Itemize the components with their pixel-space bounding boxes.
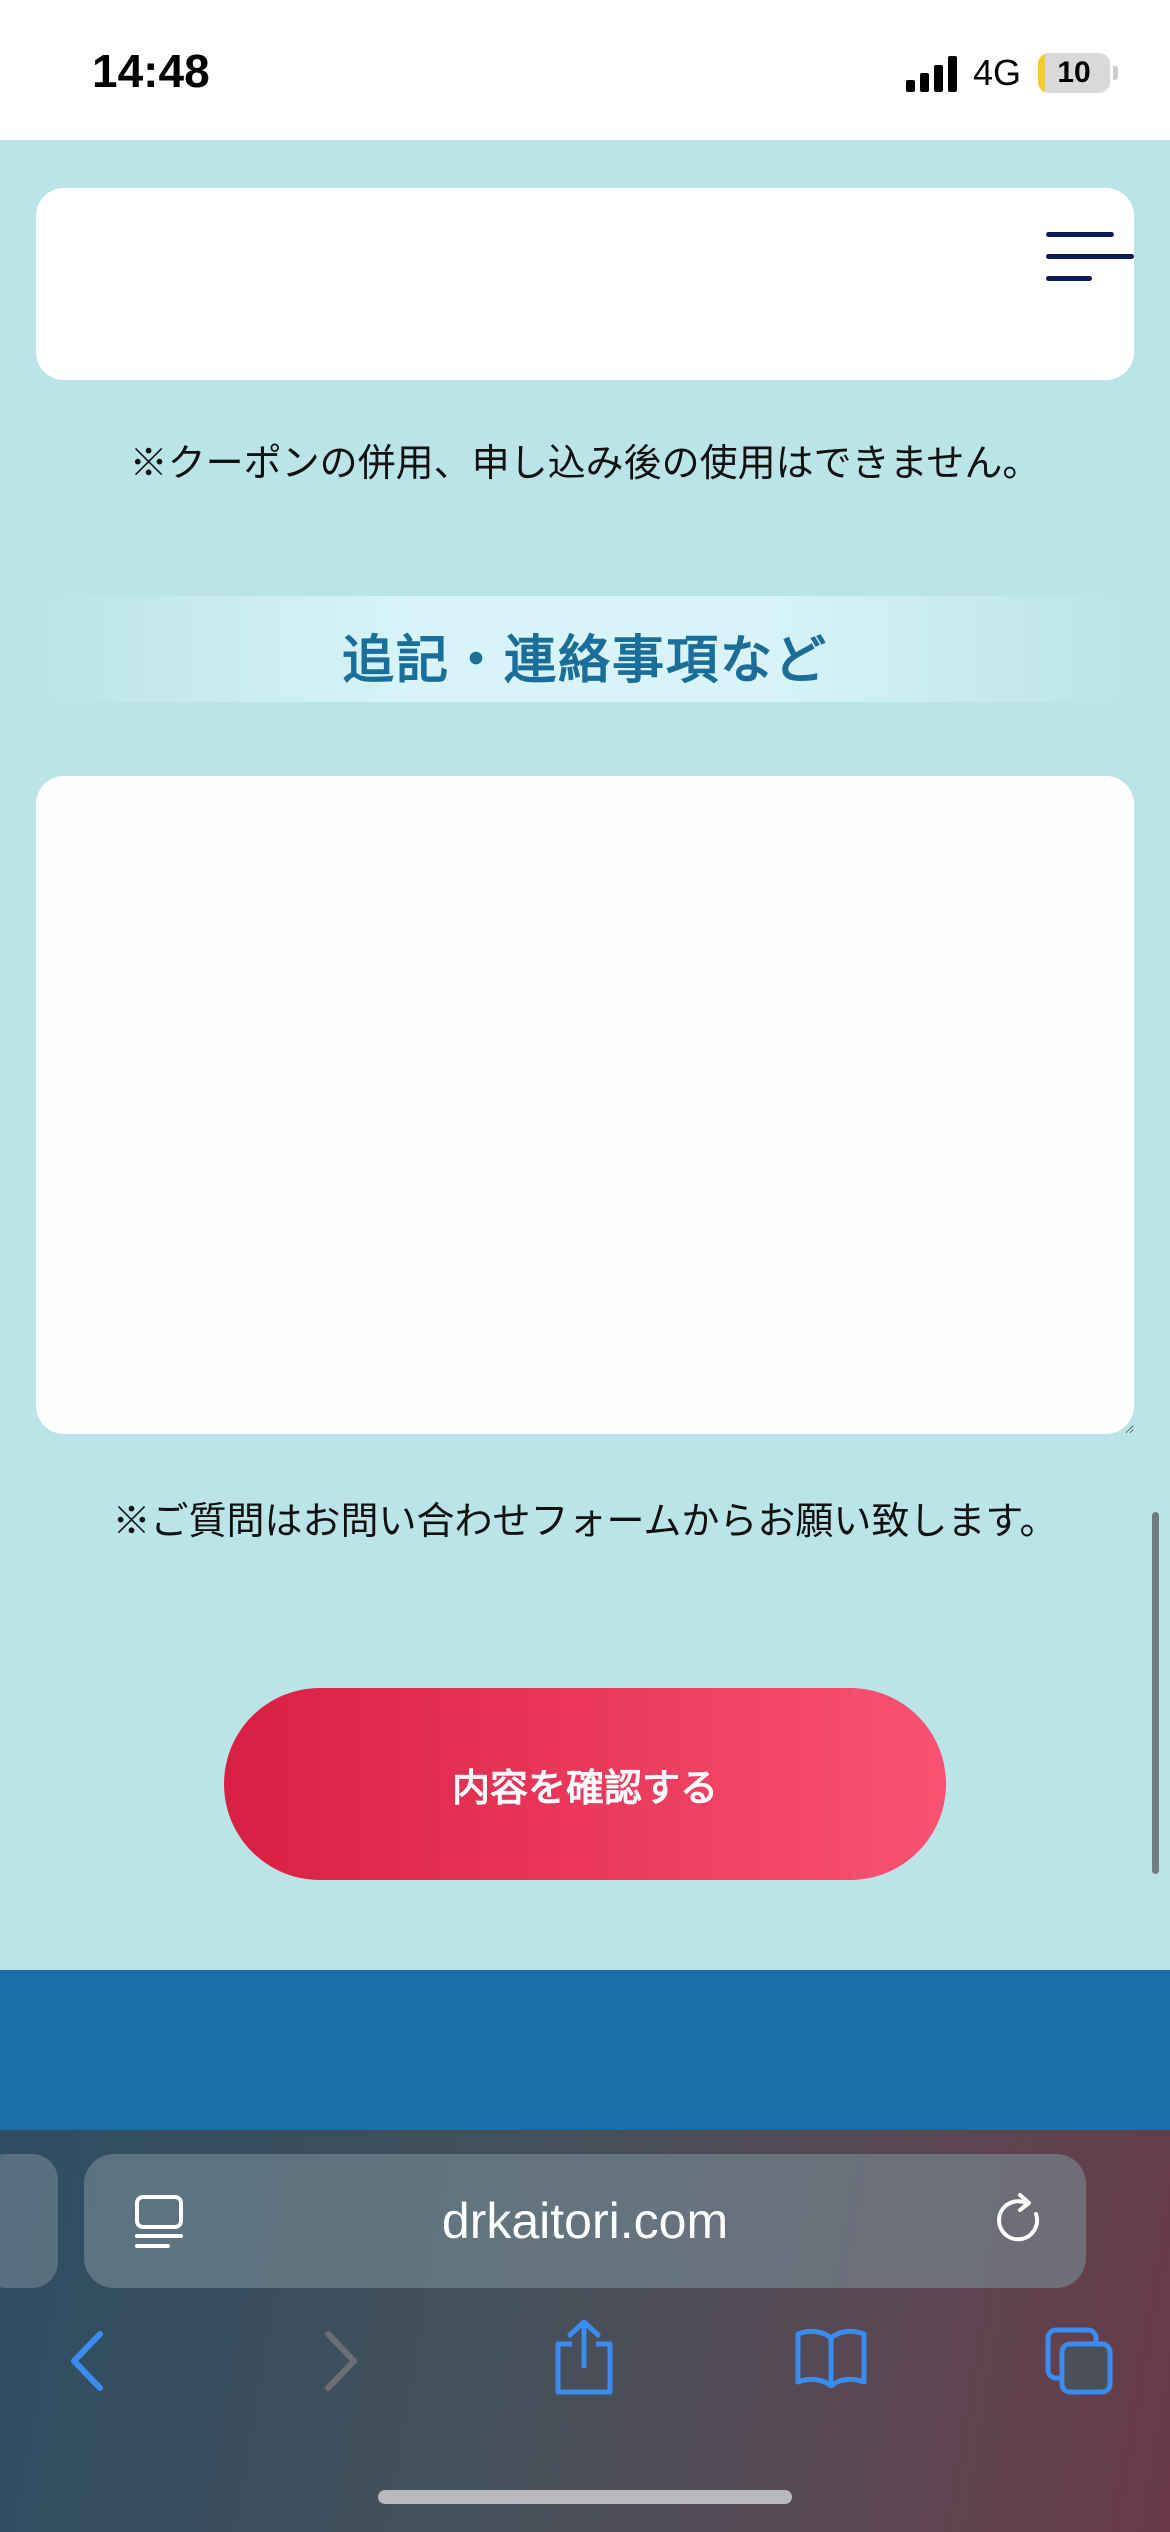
section-title: 追記・連絡事項など: [341, 630, 828, 691]
network-type: 4G: [973, 52, 1022, 93]
signal-icon: [906, 56, 957, 92]
status-time: 14:48: [92, 45, 210, 97]
url-text[interactable]: drkaitori.com: [84, 2192, 1086, 2250]
page-footer: [0, 1970, 1170, 2130]
battery-icon: 10: [1038, 53, 1110, 93]
confirm-button[interactable]: 内容を確認する: [224, 1688, 946, 1880]
share-icon[interactable]: [552, 2318, 616, 2396]
coupon-note: ※クーポンの併用、申し込み後の使用はできません。: [129, 441, 1041, 485]
chevron-left-icon[interactable]: [66, 2328, 110, 2394]
book-icon[interactable]: [794, 2326, 868, 2388]
chevron-right-icon[interactable]: [318, 2328, 362, 2394]
battery-cap: [1113, 66, 1118, 80]
reload-icon[interactable]: [990, 2192, 1048, 2250]
tabs-icon[interactable]: [1044, 2326, 1114, 2396]
scrollbar[interactable]: [1152, 1512, 1159, 1874]
status-bar: 14:48 4G 10: [0, 0, 1170, 140]
previous-tab-pill[interactable]: [0, 2154, 58, 2288]
additional-notes-textarea[interactable]: [36, 776, 1134, 1434]
home-indicator[interactable]: [378, 2490, 792, 2504]
battery-level: 10: [1057, 56, 1091, 89]
header-card: [36, 188, 1134, 380]
question-note: ※ご質問はお問い合わせフォームからお願い致します。: [112, 1499, 1058, 1543]
hamburger-icon[interactable]: [1046, 230, 1136, 286]
